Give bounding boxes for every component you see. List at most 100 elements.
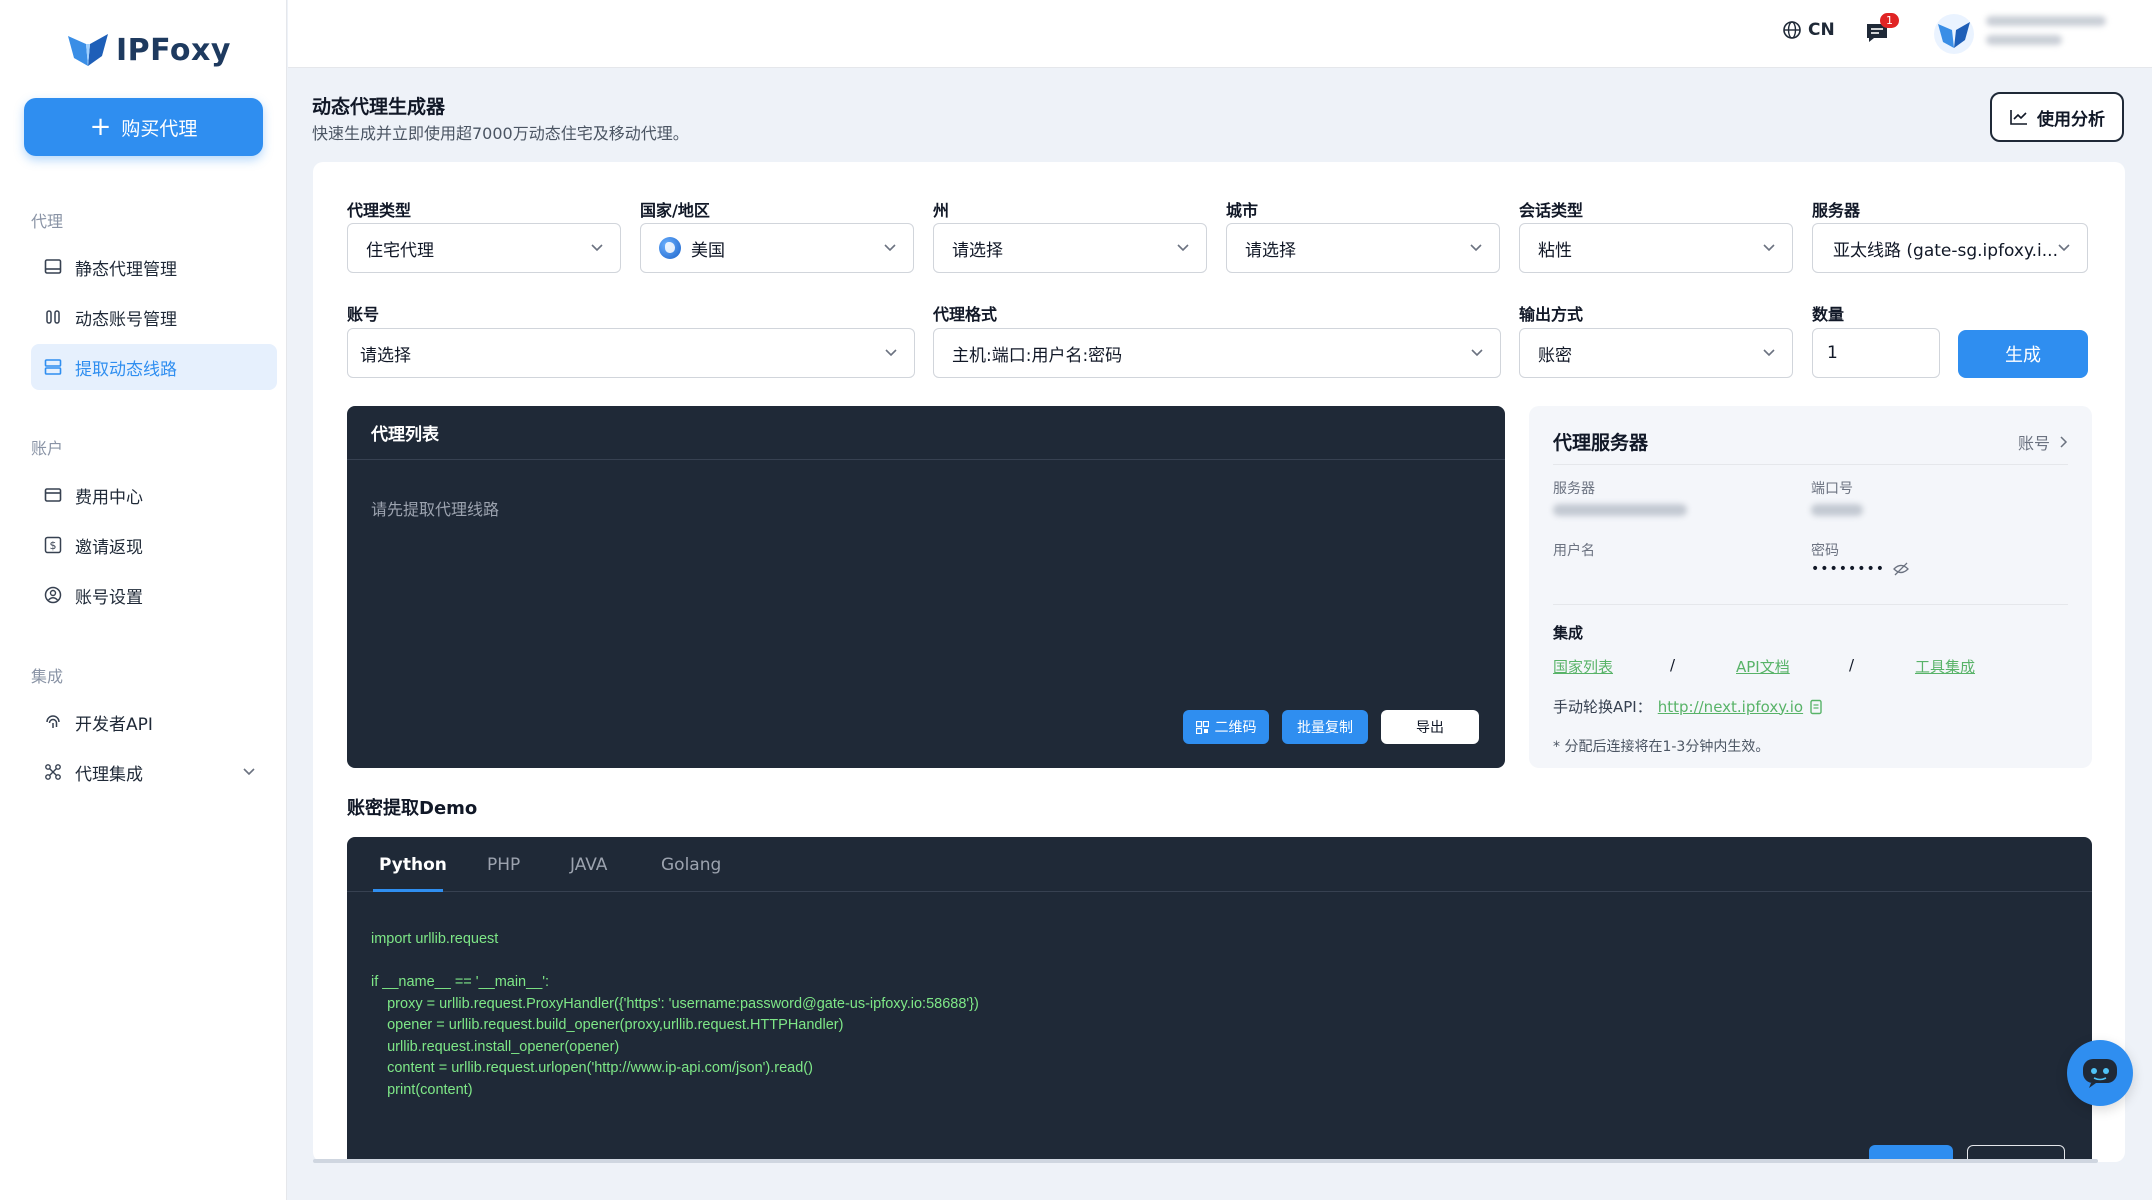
sidebar-item-account-settings[interactable]: 账号设置 (31, 572, 277, 618)
tab-golang[interactable]: Golang (661, 855, 721, 875)
session-type-select[interactable]: 粘性 (1519, 223, 1793, 273)
proxy-format-value: 主机:端口:用户名:密码 (952, 345, 1123, 366)
rotate-api-label: 手动轮换API： (1553, 698, 1652, 716)
chevron-down-icon (243, 768, 255, 776)
horizontal-scrollbar[interactable] (313, 1159, 2098, 1163)
server-value-blurred (1553, 504, 1687, 516)
session-type-value: 粘性 (1538, 240, 1572, 261)
user-info-blurred[interactable] (1986, 16, 2116, 50)
quantity-value: 1 (1827, 343, 1838, 363)
account-select[interactable]: 请选择 (347, 328, 915, 378)
country-select[interactable]: 美国 (640, 223, 914, 273)
country-value: 美国 (691, 240, 725, 261)
server-select[interactable]: 亚太线路 (gate-sg.ipfoxy.i... (1812, 223, 2088, 273)
language-switcher[interactable]: CN (1782, 20, 1835, 40)
demo-code-panel: Python PHP JAVA Golang import urllib.req… (347, 837, 2092, 1160)
usage-analysis-button[interactable]: 使用分析 (1990, 92, 2124, 142)
quantity-input[interactable]: 1 (1812, 328, 1940, 378)
copy-icon[interactable] (1809, 699, 1823, 715)
page-title: 动态代理生成器 (312, 96, 446, 118)
city-label: 城市 (1226, 201, 1259, 220)
city-select[interactable]: 请选择 (1226, 223, 1500, 273)
globe-flag-icon (659, 237, 681, 259)
proxy-list-panel: 代理列表 请先提取代理线路 二维码 批量复制 导出 (347, 406, 1505, 768)
qr-code-icon (1195, 720, 1209, 734)
proxy-list-empty-text: 请先提取代理线路 (371, 500, 500, 519)
sidebar: IPFoxy + 购买代理 代理 静态代理管理 动态账号管理 提取动态线路 账户… (0, 0, 287, 1200)
tool-integration-link[interactable]: 工具集成 (1915, 656, 1975, 677)
separator-slash: / (1670, 656, 1676, 674)
proxy-list-title: 代理列表 (347, 406, 1505, 460)
server-value: 亚太线路 (gate-sg.ipfoxy.i... (1833, 240, 2058, 261)
server-field-label: 服务器 (1553, 481, 1595, 497)
notification-badge: 1 (1880, 13, 1899, 28)
qr-code-label: 二维码 (1214, 720, 1257, 736)
chevron-down-icon (1763, 349, 1775, 357)
logo[interactable]: IPFoxy (66, 28, 231, 72)
page-subtitle: 快速生成并立即使用超7000万动态住宅及移动代理。 (312, 124, 689, 143)
country-label: 国家/地区 (640, 201, 710, 220)
download-code-button[interactable] (1967, 1145, 2065, 1160)
chevron-down-icon (591, 244, 603, 252)
tab-php[interactable]: PHP (487, 855, 520, 875)
state-value: 请选择 (952, 240, 1003, 261)
chevron-down-icon (2058, 244, 2070, 252)
sidebar-item-static-proxy[interactable]: 静态代理管理 (31, 244, 277, 290)
rotate-api-row: 手动轮换API： http://next.ipfoxy.io (1553, 696, 1823, 717)
password-value: •••••••• (1811, 561, 1909, 577)
sidebar-item-proxy-integration[interactable]: 代理集成 (31, 749, 277, 795)
output-method-select[interactable]: 账密 (1519, 328, 1793, 378)
avatar[interactable] (1934, 14, 1974, 54)
chevron-down-icon (1763, 244, 1775, 252)
country-list-link[interactable]: 国家列表 (1553, 656, 1613, 677)
fox-logo-icon (68, 34, 108, 66)
proxy-format-select[interactable]: 主机:端口:用户名:密码 (933, 328, 1501, 378)
proxy-type-label: 代理类型 (347, 201, 412, 220)
server-icon (43, 357, 63, 377)
session-type-label: 会话类型 (1519, 201, 1584, 220)
sidebar-item-extract-dynamic[interactable]: 提取动态线路 (31, 344, 277, 390)
demo-title: 账密提取Demo (347, 798, 478, 819)
eye-off-icon[interactable] (1893, 562, 1909, 576)
proxy-server-title: 代理服务器 (1553, 432, 1649, 454)
account-link-label: 账号 (2017, 434, 2050, 453)
sidebar-item-billing[interactable]: 费用中心 (31, 472, 277, 518)
section-integration-title: 集成 (31, 667, 64, 686)
password-masked: •••••••• (1811, 561, 1886, 577)
state-select[interactable]: 请选择 (933, 223, 1207, 273)
sidebar-item-developer-api[interactable]: 开发者API (31, 699, 277, 745)
username-field-label: 用户名 (1553, 543, 1595, 559)
network-icon (43, 762, 63, 782)
tab-python[interactable]: Python (379, 855, 447, 875)
proxy-type-value: 住宅代理 (366, 240, 434, 261)
buy-proxy-label: 购买代理 (121, 117, 198, 140)
sidebar-item-dynamic-accounts[interactable]: 动态账号管理 (31, 294, 277, 340)
generate-button[interactable]: 生成 (1958, 330, 2088, 378)
section-proxy-title: 代理 (31, 212, 64, 231)
divider (1553, 464, 2068, 465)
dollar-icon: $ (43, 535, 63, 555)
buy-proxy-button[interactable]: + 购买代理 (24, 98, 263, 156)
api-docs-link[interactable]: API文档 (1736, 656, 1790, 677)
account-link[interactable]: 账号 (2018, 430, 2068, 454)
sidebar-item-label: 动态账号管理 (75, 309, 177, 330)
sidebar-item-label: 提取动态线路 (75, 359, 177, 380)
chat-support-button[interactable] (2067, 1040, 2133, 1106)
rotate-api-url[interactable]: http://next.ipfoxy.io (1658, 698, 1803, 716)
proxy-type-select[interactable]: 住宅代理 (347, 223, 621, 273)
svg-text:$: $ (50, 539, 57, 552)
activation-note: * 分配后连接将在1-3分钟内生效。 (1553, 739, 1770, 755)
code-block: import urllib.request if __name__ == '__… (371, 931, 979, 1098)
quantity-label: 数量 (1812, 305, 1845, 324)
tab-java[interactable]: JAVA (570, 855, 607, 875)
export-button[interactable]: 导出 (1381, 710, 1479, 744)
chat-bot-icon (2083, 1059, 2117, 1088)
credit-card-icon (43, 485, 63, 505)
chevron-right-icon (2060, 436, 2068, 448)
copy-code-button[interactable] (1869, 1145, 1953, 1160)
divider (1553, 604, 2068, 605)
fingerprint-icon (43, 712, 63, 732)
sidebar-item-referral[interactable]: $ 邀请返现 (31, 522, 277, 568)
qr-code-button[interactable]: 二维码 (1183, 710, 1269, 744)
batch-copy-button[interactable]: 批量复制 (1282, 710, 1368, 744)
